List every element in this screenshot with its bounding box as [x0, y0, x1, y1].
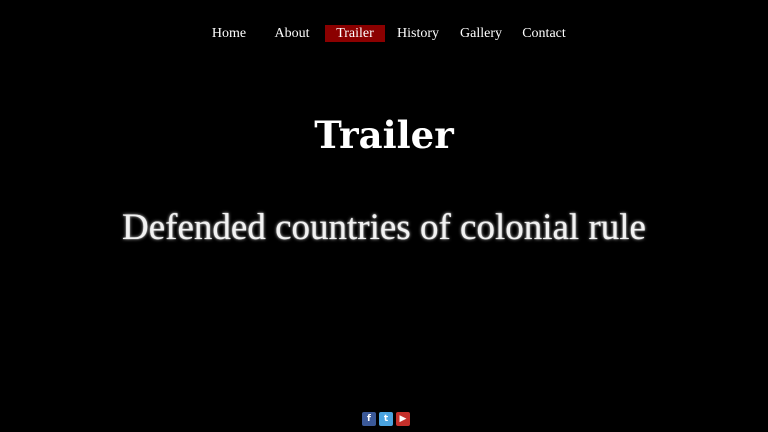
nav-contact-link[interactable]: Contact — [517, 25, 571, 42]
nav-trailer-link[interactable]: Trailer — [325, 25, 385, 42]
page: Home About Trailer History Gallery Conta… — [0, 0, 768, 432]
video-caption: Defended countries of colonial rule — [122, 207, 646, 248]
nav-gallery-link[interactable]: Gallery — [456, 25, 506, 42]
youtube-icon[interactable]: ▶ — [396, 412, 410, 426]
nav-about-link[interactable]: About — [268, 25, 316, 42]
social-links: f t ▶ — [362, 412, 412, 432]
main-nav: Home About Trailer History Gallery Conta… — [0, 25, 768, 43]
trailer-video[interactable]: Defended countries of colonial rule — [0, 150, 768, 380]
facebook-icon[interactable]: f — [362, 412, 376, 426]
twitter-icon[interactable]: t — [379, 412, 393, 426]
nav-home-link[interactable]: Home — [204, 25, 254, 42]
nav-history-link[interactable]: History — [392, 25, 444, 42]
